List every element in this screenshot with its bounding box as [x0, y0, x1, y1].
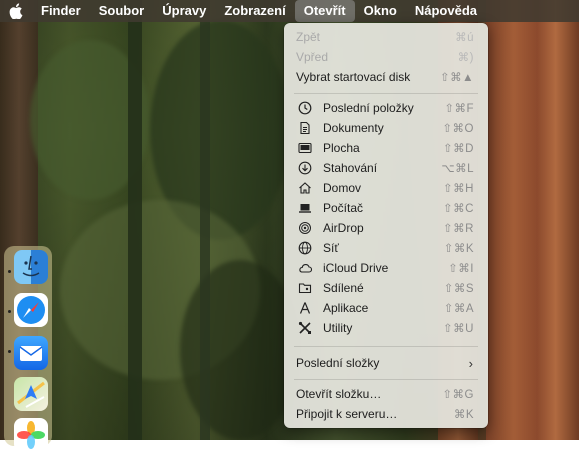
wallpaper-trunk	[200, 0, 210, 440]
menu-separator	[294, 379, 478, 380]
menu-item-recent-folders[interactable]: Poslední složky ›	[284, 353, 488, 373]
menu-item-startup-disk[interactable]: Vybrat startovací disk ⇧⌘▲	[284, 67, 488, 87]
menu-item-shortcut: ⌘ú	[455, 32, 474, 44]
menu-item-documents[interactable]: Dokumenty ⇧⌘O	[284, 118, 488, 138]
finder-icon[interactable]	[14, 250, 48, 284]
photos-icon[interactable]	[14, 418, 48, 452]
shared-folder-icon	[298, 283, 312, 294]
utilities-icon	[298, 321, 311, 334]
menu-item-desktop[interactable]: Plocha ⇧⌘D	[284, 138, 488, 158]
menu-upravy[interactable]: Úpravy	[153, 0, 215, 22]
menu-item-downloads[interactable]: Stahování ⌥⌘L	[284, 158, 488, 178]
wallpaper-foliage	[180, 260, 300, 440]
menu-item-shortcut: ⌘K	[453, 409, 474, 421]
menu-finder[interactable]: Finder	[32, 0, 90, 22]
menu-item-computer[interactable]: Počítač ⇧⌘C	[284, 198, 488, 218]
menu-item-label: Počítač	[323, 201, 364, 215]
mail-icon[interactable]	[14, 336, 48, 370]
menu-item-connect-server[interactable]: Připojit k serveru… ⌘K	[284, 404, 488, 424]
menu-item-forward[interactable]: Vpřed ⌘)	[284, 47, 488, 67]
menu-item-label: iCloud Drive	[323, 261, 389, 275]
menu-separator	[294, 93, 478, 94]
menu-item-icloud[interactable]: iCloud Drive ⇧⌘I	[284, 258, 488, 278]
menu-item-shortcut: ⇧⌘G	[442, 389, 474, 401]
menu-zobrazeni[interactable]: Zobrazení	[215, 0, 294, 22]
menu-item-shortcut: ⇧⌘U	[443, 323, 474, 335]
menu-item-shortcut: ⇧⌘R	[443, 223, 474, 235]
menu-item-label: Vpřed	[296, 50, 329, 64]
menu-item-label: Sdílené	[323, 281, 364, 295]
menu-item-label: Stahování	[323, 161, 378, 175]
menu-item-label: Otevřít složku…	[296, 387, 382, 401]
menu-item-shortcut: ⇧⌘K	[443, 243, 474, 255]
clock-icon	[298, 101, 312, 115]
wallpaper-trunk	[128, 0, 142, 440]
menu-item-utilities[interactable]: Utility ⇧⌘U	[284, 318, 488, 338]
apple-logo-icon[interactable]	[0, 0, 32, 22]
cloud-icon	[299, 264, 312, 273]
menu-separator	[294, 346, 478, 347]
menu-otevrit[interactable]: Otevřít	[294, 0, 355, 22]
menu-item-label: Plocha	[323, 141, 360, 155]
safari-icon[interactable]	[14, 293, 48, 327]
menu-item-go-to-folder[interactable]: Otevřít složku… ⇧⌘G	[284, 384, 488, 404]
menu-item-shortcut: ⇧⌘C	[443, 203, 474, 215]
menu-item-shortcut: ⇧⌘O	[442, 123, 474, 135]
menu-okno[interactable]: Okno	[355, 0, 406, 22]
menu-item-shortcut: ⇧⌘A	[443, 303, 474, 315]
running-indicator	[8, 310, 11, 313]
menu-item-label: Utility	[323, 321, 353, 335]
airdrop-icon	[299, 222, 311, 234]
document-icon	[300, 121, 310, 135]
menu-item-shortcut: ⇧⌘F	[444, 103, 474, 115]
menu-item-home[interactable]: Domov ⇧⌘H	[284, 178, 488, 198]
download-icon	[298, 161, 312, 175]
menu-item-back[interactable]: Zpět ⌘ú	[284, 27, 488, 47]
menu-item-label: Síť	[323, 241, 339, 255]
menu-soubor[interactable]: Soubor	[90, 0, 154, 22]
wallpaper-trunk	[486, 0, 579, 440]
menu-item-label: Domov	[323, 181, 362, 195]
desktop-icon	[298, 142, 312, 154]
menu-item-label: Poslední položky	[323, 101, 414, 115]
menu-napoveda[interactable]: Nápověda	[406, 0, 486, 22]
menu-item-label: Zpět	[296, 30, 321, 44]
open-menu-dropdown: Zpět ⌘ú Vpřed ⌘) Vybrat startovací disk …	[284, 23, 488, 428]
chevron-right-icon: ›	[468, 355, 473, 371]
menu-item-shortcut: ⇧⌘S	[443, 283, 474, 295]
menu-item-label: Poslední složky	[296, 356, 380, 370]
menu-item-label: Aplikace	[323, 301, 369, 315]
running-indicator	[8, 270, 11, 273]
menu-item-shared[interactable]: Sdílené ⇧⌘S	[284, 278, 488, 298]
network-icon	[298, 241, 312, 255]
menu-bar: Finder Soubor Úpravy Zobrazení Otevřít O…	[0, 0, 579, 22]
menu-item-airdrop[interactable]: AirDrop ⇧⌘R	[284, 218, 488, 238]
menu-item-label: Připojit k serveru…	[296, 407, 398, 421]
menu-item-network[interactable]: Síť ⇧⌘K	[284, 238, 488, 258]
home-icon	[299, 182, 311, 194]
menu-item-shortcut: ⌥⌘L	[441, 163, 474, 175]
dock	[4, 246, 52, 452]
menu-item-shortcut: ⇧⌘I	[448, 263, 474, 275]
menu-item-label: Dokumenty	[323, 121, 384, 135]
menu-item-shortcut: ⇧⌘D	[443, 143, 474, 155]
maps-icon[interactable]	[14, 377, 48, 411]
running-indicator	[8, 350, 11, 353]
laptop-icon	[299, 204, 311, 213]
menu-item-applications[interactable]: Aplikace ⇧⌘A	[284, 298, 488, 318]
menu-item-shortcut: ⌘)	[457, 52, 474, 64]
menu-item-label: Vybrat startovací disk	[296, 70, 411, 84]
menu-item-label: AirDrop	[323, 221, 364, 235]
applications-icon	[299, 302, 311, 314]
menu-item-shortcut: ⇧⌘▲	[439, 72, 474, 84]
menu-item-shortcut: ⇧⌘H	[443, 183, 474, 195]
menu-item-recents[interactable]: Poslední položky ⇧⌘F	[284, 98, 488, 118]
